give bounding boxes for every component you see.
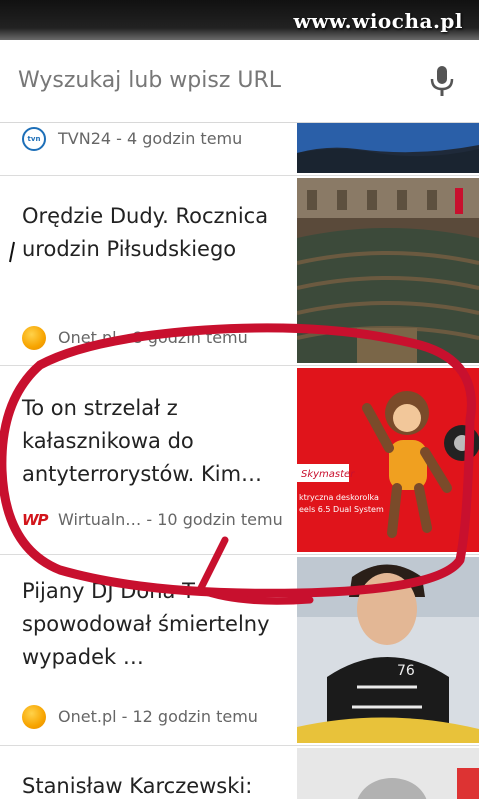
news-card[interactable]: Orędzie Dudy. Rocznica urodzin Piłsudski… bbox=[0, 176, 479, 366]
microphone-icon[interactable] bbox=[427, 64, 457, 100]
news-source: Onet.pl - 8 godzin temu bbox=[22, 326, 287, 350]
news-feed: tvn TVN24 - 4 godzin temu Orędzie Dudy. … bbox=[0, 123, 479, 799]
news-thumbnail bbox=[297, 748, 479, 799]
news-card[interactable]: Skymaster ktryczna deskorolka eels 6.5 D… bbox=[0, 366, 479, 555]
news-source: tvn TVN24 - 4 godzin temu bbox=[22, 127, 287, 151]
watermark: www.wiocha.pl bbox=[293, 9, 463, 33]
status-bar: www.wiocha.pl bbox=[0, 0, 479, 40]
news-title: Pijany DJ Dona T spowodował śmiertelny w… bbox=[22, 579, 270, 669]
news-thumbnail: 76 bbox=[297, 557, 479, 743]
browser-screen: www.wiocha.pl Wyszukaj lub wpisz URL tvn bbox=[0, 0, 479, 799]
news-source-text: Onet.pl - 12 godzin temu bbox=[58, 707, 258, 726]
news-source: WP Wirtualn… - 10 godzin temu bbox=[22, 508, 287, 532]
news-card[interactable]: 76 Pijany DJ Dona T spowodował śmierteln… bbox=[0, 555, 479, 746]
news-source-text: TVN24 - 4 godzin temu bbox=[58, 129, 243, 148]
ad-line1: ktryczna deskorolka bbox=[299, 493, 379, 502]
search-bar[interactable]: Wyszukaj lub wpisz URL bbox=[0, 40, 479, 123]
ad-brand: Skymaster bbox=[301, 469, 355, 480]
news-source-text: Wirtualn… - 10 godzin temu bbox=[58, 510, 283, 529]
news-title: Orędzie Dudy. Rocznica urodzin Piłsudski… bbox=[22, 204, 269, 261]
onet-icon bbox=[22, 326, 46, 350]
tvn24-icon: tvn bbox=[22, 127, 46, 151]
ad-line2: eels 6.5 Dual System bbox=[299, 505, 384, 514]
news-source-text: Onet.pl - 8 godzin temu bbox=[58, 328, 248, 347]
news-thumbnail bbox=[297, 123, 479, 173]
news-source: Onet.pl - 12 godzin temu bbox=[22, 705, 287, 729]
news-card[interactable]: Stanisław Karczewski: bbox=[0, 746, 479, 799]
svg-text:76: 76 bbox=[397, 663, 415, 679]
news-thumbnail: Skymaster ktryczna deskorolka eels 6.5 D… bbox=[297, 368, 479, 552]
wp-icon: WP bbox=[22, 511, 49, 529]
news-title: Stanisław Karczewski: bbox=[22, 774, 253, 798]
news-title: To on strzelał z kałasznikowa do antyter… bbox=[22, 396, 263, 486]
onet-icon bbox=[22, 705, 46, 729]
news-thumbnail bbox=[297, 178, 479, 363]
news-card[interactable]: tvn TVN24 - 4 godzin temu bbox=[0, 123, 479, 176]
search-input[interactable]: Wyszukaj lub wpisz URL bbox=[18, 64, 398, 98]
